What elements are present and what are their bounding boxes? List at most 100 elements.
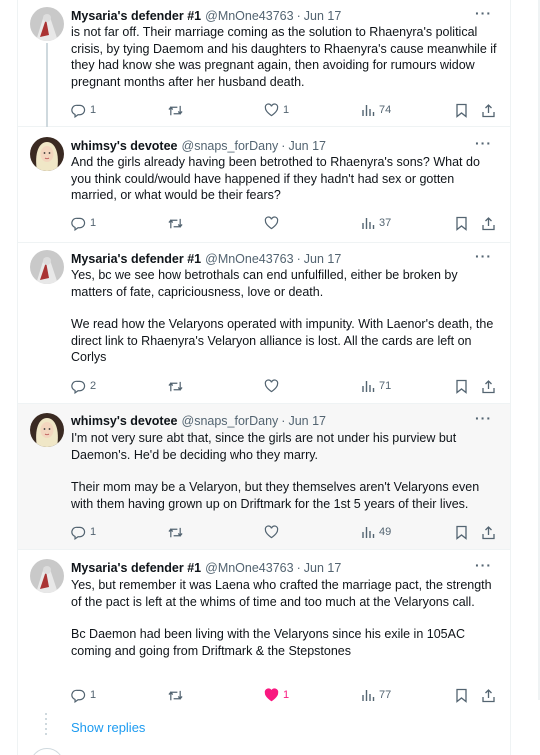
avatar[interactable]	[30, 413, 64, 447]
tweet-paragraph: is not far off. Their marriage coming as…	[71, 25, 497, 89]
author-name[interactable]: Mysaria's defender #1	[71, 561, 201, 575]
bookmark-button[interactable]	[455, 215, 468, 231]
reply-icon	[71, 526, 86, 540]
separator-dot: ·	[296, 252, 301, 266]
author-name[interactable]: whimsy's devotee	[71, 139, 178, 153]
reply-count: 2	[90, 380, 97, 392]
more-icon[interactable]: ···	[475, 410, 492, 426]
more-icon[interactable]: ···	[475, 248, 492, 264]
like-button[interactable]	[264, 378, 283, 394]
tweet-date[interactable]: Jun 17	[304, 252, 342, 266]
bookmark-button[interactable]	[455, 687, 468, 703]
like-button[interactable]	[264, 524, 283, 540]
author-handle[interactable]: @MnOne43763	[205, 9, 293, 23]
retweet-button[interactable]	[167, 102, 188, 118]
tweet-text: And the girls already having been betrot…	[71, 154, 498, 204]
tweet[interactable]: Mysaria's defender #1 @MnOne43763 · Jun …	[18, 243, 510, 404]
bookmark-button[interactable]	[455, 102, 468, 118]
author-name[interactable]: Mysaria's defender #1	[71, 9, 201, 23]
tweet-text: Yes, but remember it was Laena who craft…	[71, 577, 498, 659]
views-button[interactable]: 49	[361, 524, 391, 540]
retweet-button[interactable]	[167, 524, 188, 540]
share-icon	[482, 688, 495, 702]
avatar[interactable]	[30, 559, 64, 593]
views-icon	[362, 104, 375, 116]
author-handle[interactable]: @MnOne43763	[205, 252, 293, 266]
share-button[interactable]	[481, 215, 496, 231]
views-count: 77	[379, 689, 392, 701]
views-button[interactable]: 77	[361, 687, 391, 703]
author-handle[interactable]: @snaps_forDany	[182, 414, 279, 428]
separator-dot: ·	[296, 9, 301, 23]
more-icon[interactable]: ···	[475, 135, 492, 151]
share-icon	[482, 379, 495, 393]
author-name[interactable]: whimsy's devotee	[71, 414, 178, 428]
retweet-icon	[168, 105, 183, 115]
retweet-button[interactable]	[167, 378, 188, 394]
tweet-header: Mysaria's defender #1 @MnOne43763 · Jun …	[71, 248, 498, 268]
reply-button[interactable]: 1	[71, 524, 96, 540]
bookmark-icon	[456, 688, 467, 703]
tweet-text: I'm not very sure abt that, since the gi…	[71, 430, 498, 512]
share-button[interactable]	[481, 378, 496, 394]
share-button[interactable]	[481, 687, 496, 703]
avatar[interactable]	[30, 748, 64, 755]
reply-button[interactable]: 1	[71, 102, 96, 118]
reply-button[interactable]: 1	[71, 687, 96, 703]
retweet-button[interactable]	[167, 687, 188, 703]
reply-button[interactable]: 2	[71, 378, 96, 394]
views-count: 49	[379, 526, 392, 538]
reply-count: 1	[90, 104, 97, 116]
avatar[interactable]	[30, 137, 64, 171]
tweet-date[interactable]: Jun 17	[288, 139, 326, 153]
bookmark-button[interactable]	[455, 378, 468, 394]
share-icon	[482, 103, 495, 117]
reply-button[interactable]: 1	[71, 215, 96, 231]
heart-icon	[264, 688, 279, 702]
tweet-paragraph: We read how the Velaryons operated with …	[71, 317, 494, 364]
tweet-paragraph: Bc Daemon had been living with the Velar…	[71, 627, 465, 658]
like-button[interactable]: 1	[264, 102, 289, 118]
bookmark-icon	[456, 379, 467, 394]
share-button[interactable]	[481, 524, 496, 540]
share-button[interactable]	[481, 102, 496, 118]
like-button[interactable]: 1	[264, 687, 289, 703]
tweet-date[interactable]: Jun 17	[304, 9, 342, 23]
avatar[interactable]	[30, 250, 64, 284]
views-button[interactable]: 71	[361, 378, 391, 394]
heart-icon	[264, 379, 279, 393]
reply-count: 1	[90, 217, 97, 229]
tweet-paragraph: And the girls already having been betrot…	[71, 155, 480, 202]
retweet-icon	[168, 690, 183, 700]
retweet-icon	[168, 218, 183, 228]
action-bar: 1 1 74	[71, 102, 497, 118]
like-button[interactable]	[264, 215, 283, 231]
tweet[interactable]: Mysaria's defender #1 @MnOne43763 · Jun …	[18, 550, 510, 713]
tweet-paragraph: Their mom may be a Velaryon, but they th…	[71, 480, 480, 511]
thread-line	[46, 43, 48, 127]
tweet[interactable]: whimsy's devotee @snaps_forDany · Jun 17…	[18, 404, 510, 550]
views-button[interactable]: 37	[361, 215, 391, 231]
avatar[interactable]	[30, 7, 64, 41]
author-name[interactable]: Mysaria's defender #1	[71, 252, 201, 266]
author-handle[interactable]: @snaps_forDany	[182, 139, 279, 153]
retweet-button[interactable]	[167, 215, 188, 231]
tweet-header: Mysaria's defender #1 @MnOne43763 · Jun …	[71, 557, 498, 577]
tweet-date[interactable]: Jun 17	[304, 561, 342, 575]
tweet[interactable]: whimsy's devotee @snaps_forDany · Jun 17…	[18, 127, 510, 243]
views-button[interactable]: 74	[361, 102, 391, 118]
reply-icon	[71, 217, 86, 231]
more-icon[interactable]: ···	[475, 5, 492, 21]
bookmark-icon	[456, 103, 467, 118]
show-replies-link[interactable]: Show replies	[71, 720, 145, 735]
action-bar: 1 1 77	[71, 687, 497, 703]
separator-dot: ·	[296, 561, 301, 575]
tweet-date[interactable]: Jun 17	[288, 414, 326, 428]
tweet[interactable]: Mysaria's defender #1 @MnOne43763 · Jun …	[18, 0, 510, 127]
separator-dot: ·	[281, 414, 286, 428]
bookmark-button[interactable]	[455, 524, 468, 540]
more-icon[interactable]: ···	[475, 557, 492, 573]
author-handle[interactable]: @MnOne43763	[205, 561, 293, 575]
retweet-icon	[168, 381, 183, 391]
heart-icon	[264, 216, 279, 230]
